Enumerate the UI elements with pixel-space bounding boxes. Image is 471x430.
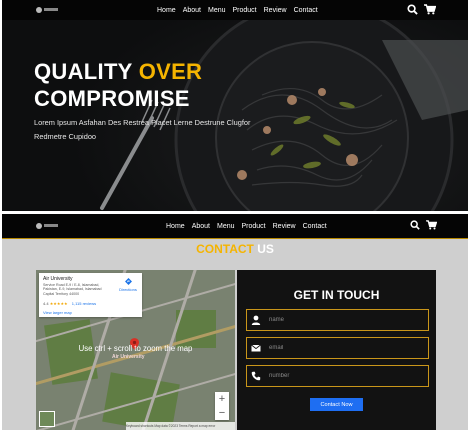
- form-title: GET IN TOUCH: [293, 288, 380, 302]
- directions-icon: [124, 278, 132, 285]
- rating-stars-icon: ★★★★★: [49, 301, 68, 306]
- map-zoom-control: + −: [215, 392, 229, 420]
- contact-now-button[interactable]: Contact Now: [310, 398, 363, 411]
- top-navbar: Home About Menu Product Review Contact: [2, 0, 468, 20]
- nav-about[interactable]: About: [192, 223, 210, 230]
- place-address: Service Road E-9 / E-8, Islamabad, Pakis…: [43, 283, 102, 296]
- nav-about[interactable]: About: [183, 7, 201, 14]
- name-field: [246, 309, 429, 331]
- contact-heading: CONTACT US: [2, 242, 468, 256]
- contact-heading-accent: CONTACT: [196, 242, 254, 256]
- search-icon[interactable]: [407, 4, 418, 15]
- nav-product[interactable]: Product: [242, 223, 266, 230]
- nav-links: Home About Menu Product Review Contact: [166, 214, 334, 238]
- nav-product[interactable]: Product: [233, 7, 257, 14]
- map-zoom-hint: Use ctrl + scroll to zoom the map: [78, 344, 193, 353]
- nav-contact[interactable]: Contact: [294, 7, 318, 14]
- contact-form: GET IN TOUCH Contact Now: [237, 270, 436, 430]
- cart-icon[interactable]: [424, 4, 436, 15]
- map-footer: Keyboard shortcuts Map data ©2023 Terms …: [126, 422, 235, 430]
- reviews-link[interactable]: 1,115 reviews: [72, 301, 96, 306]
- nav-links: Home About Menu Product Review Contact: [157, 0, 325, 20]
- contact-section: Home About Menu Product Review Contact C…: [2, 214, 468, 430]
- nav-menu[interactable]: Menu: [217, 223, 235, 230]
- nav-review[interactable]: Review: [264, 7, 287, 14]
- email-input[interactable]: [269, 340, 419, 355]
- contact-heading-rest: US: [257, 242, 274, 256]
- hero-title: QUALITY OVER COMPROMISE: [34, 58, 202, 112]
- google-map[interactable]: Air University Use ctrl + scroll to zoom…: [36, 270, 235, 430]
- map-info-card: Air University Service Road E-9 / E-8, I…: [39, 273, 142, 317]
- hero-section: Home About Menu Product Review Contact Q…: [2, 0, 468, 211]
- view-larger-map-link[interactable]: View larger map: [43, 310, 72, 315]
- map-layer-thumbnail[interactable]: [39, 411, 55, 427]
- place-rating: 4.4 ★★★★★ 1,115 reviews: [43, 301, 96, 306]
- user-icon: [251, 315, 261, 325]
- number-input[interactable]: [269, 368, 419, 383]
- number-field: [246, 365, 429, 387]
- zoom-in-button[interactable]: +: [215, 392, 229, 406]
- search-icon[interactable]: [410, 220, 420, 230]
- directions-button[interactable]: Directions: [117, 278, 139, 292]
- map-pin-label: Air University: [112, 354, 145, 360]
- name-input[interactable]: [269, 312, 419, 327]
- cart-icon[interactable]: [426, 220, 437, 230]
- envelope-icon: [251, 344, 261, 352]
- zoom-out-button[interactable]: −: [215, 406, 229, 420]
- nav-home[interactable]: Home: [166, 223, 185, 230]
- nav-menu[interactable]: Menu: [208, 7, 226, 14]
- hero-title-word1: QUALITY: [34, 59, 133, 84]
- hero-subtitle: Lorem Ipsum Asfahan Des Restrea Placet L…: [34, 118, 251, 141]
- hero-title-line2: COMPROMISE: [34, 86, 190, 111]
- hero-title-accent: OVER: [138, 59, 203, 84]
- phone-icon: [251, 371, 261, 381]
- brand-logo[interactable]: [36, 7, 58, 13]
- sticky-navbar: Home About Menu Product Review Contact: [2, 214, 468, 239]
- place-name: Air University: [43, 276, 73, 282]
- brand-logo[interactable]: [36, 223, 58, 229]
- rating-value: 4.4: [43, 301, 49, 306]
- nav-contact[interactable]: Contact: [303, 223, 327, 230]
- email-field: [246, 337, 429, 359]
- nav-review[interactable]: Review: [273, 223, 296, 230]
- nav-home[interactable]: Home: [157, 7, 176, 14]
- directions-label: Directions: [119, 287, 137, 292]
